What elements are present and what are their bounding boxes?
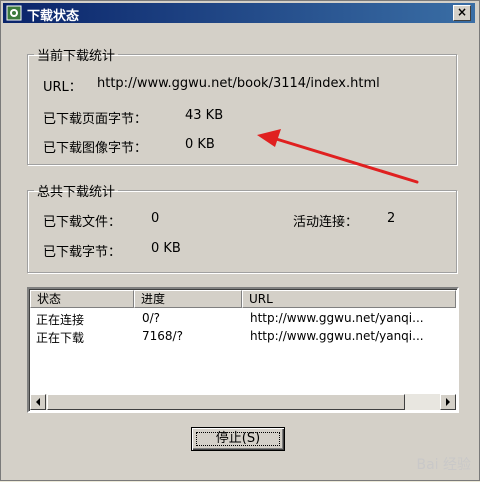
download-list[interactable]: 状态 进度 URL 正在连接 0/? http://www.ggwu.net/y…: [27, 287, 459, 413]
row-status: 正在下载: [36, 331, 85, 345]
row-progress: 7168/?: [142, 329, 183, 343]
image-bytes-value: 0 KB: [185, 137, 215, 152]
row-progress: 0/?: [142, 311, 161, 325]
list-item[interactable]: 正在连接 0/? http://www.ggwu.net/yanqi...: [30, 311, 454, 327]
window-title: 下载状态: [27, 9, 80, 24]
row-url: http://www.ggwu.net/yanqi...: [250, 329, 424, 343]
image-bytes-label: 已下载图像字节：: [43, 141, 148, 156]
focus-rect: [196, 432, 280, 446]
close-icon: ×: [456, 5, 468, 19]
list-item[interactable]: 正在下载 7168/? http://www.ggwu.net/yanqi...: [30, 329, 454, 345]
page-bytes-value: 43 KB: [185, 108, 224, 123]
current-stats-legend: 当前下载统计: [37, 49, 116, 64]
arrow-right-icon: [446, 398, 450, 406]
watermark: Bai 经验: [416, 457, 471, 473]
row-url: http://www.ggwu.net/yanqi...: [250, 311, 424, 325]
total-bytes-value: 0 KB: [151, 241, 181, 256]
scroll-left-button[interactable]: [30, 394, 46, 410]
arrow-left-icon: [36, 398, 40, 406]
url-label: URL：: [43, 80, 82, 95]
stop-button[interactable]: 停止(S): [191, 427, 285, 451]
horizontal-scrollbar[interactable]: [30, 394, 456, 410]
total-bytes-label: 已下载字节：: [43, 245, 122, 260]
column-header-status[interactable]: 状态: [30, 290, 134, 308]
close-button[interactable]: ×: [453, 5, 471, 21]
total-stats-legend: 总共下载统计: [37, 185, 116, 200]
active-connections-value: 2: [387, 211, 396, 226]
url-value: http://www.ggwu.net/book/3114/index.html: [97, 76, 380, 91]
scroll-right-button[interactable]: [440, 394, 456, 410]
files-value: 0: [151, 211, 160, 226]
page-bytes-label: 已下载页面字节：: [43, 112, 148, 127]
column-header-progress[interactable]: 进度: [134, 290, 242, 308]
column-header-url[interactable]: URL: [242, 290, 456, 308]
app-icon: [6, 5, 22, 21]
files-label: 已下载文件：: [43, 215, 122, 230]
title-bar[interactable]: 下载状态 ×: [3, 3, 475, 24]
row-status: 正在连接: [36, 313, 85, 327]
list-header: 状态 进度 URL: [30, 290, 456, 308]
active-connections-label: 活动连接：: [293, 215, 359, 230]
scroll-thumb[interactable]: [47, 394, 405, 410]
download-status-window: 下载状态 × 当前下载统计 URL： http://www.ggwu.net/b…: [0, 0, 480, 481]
